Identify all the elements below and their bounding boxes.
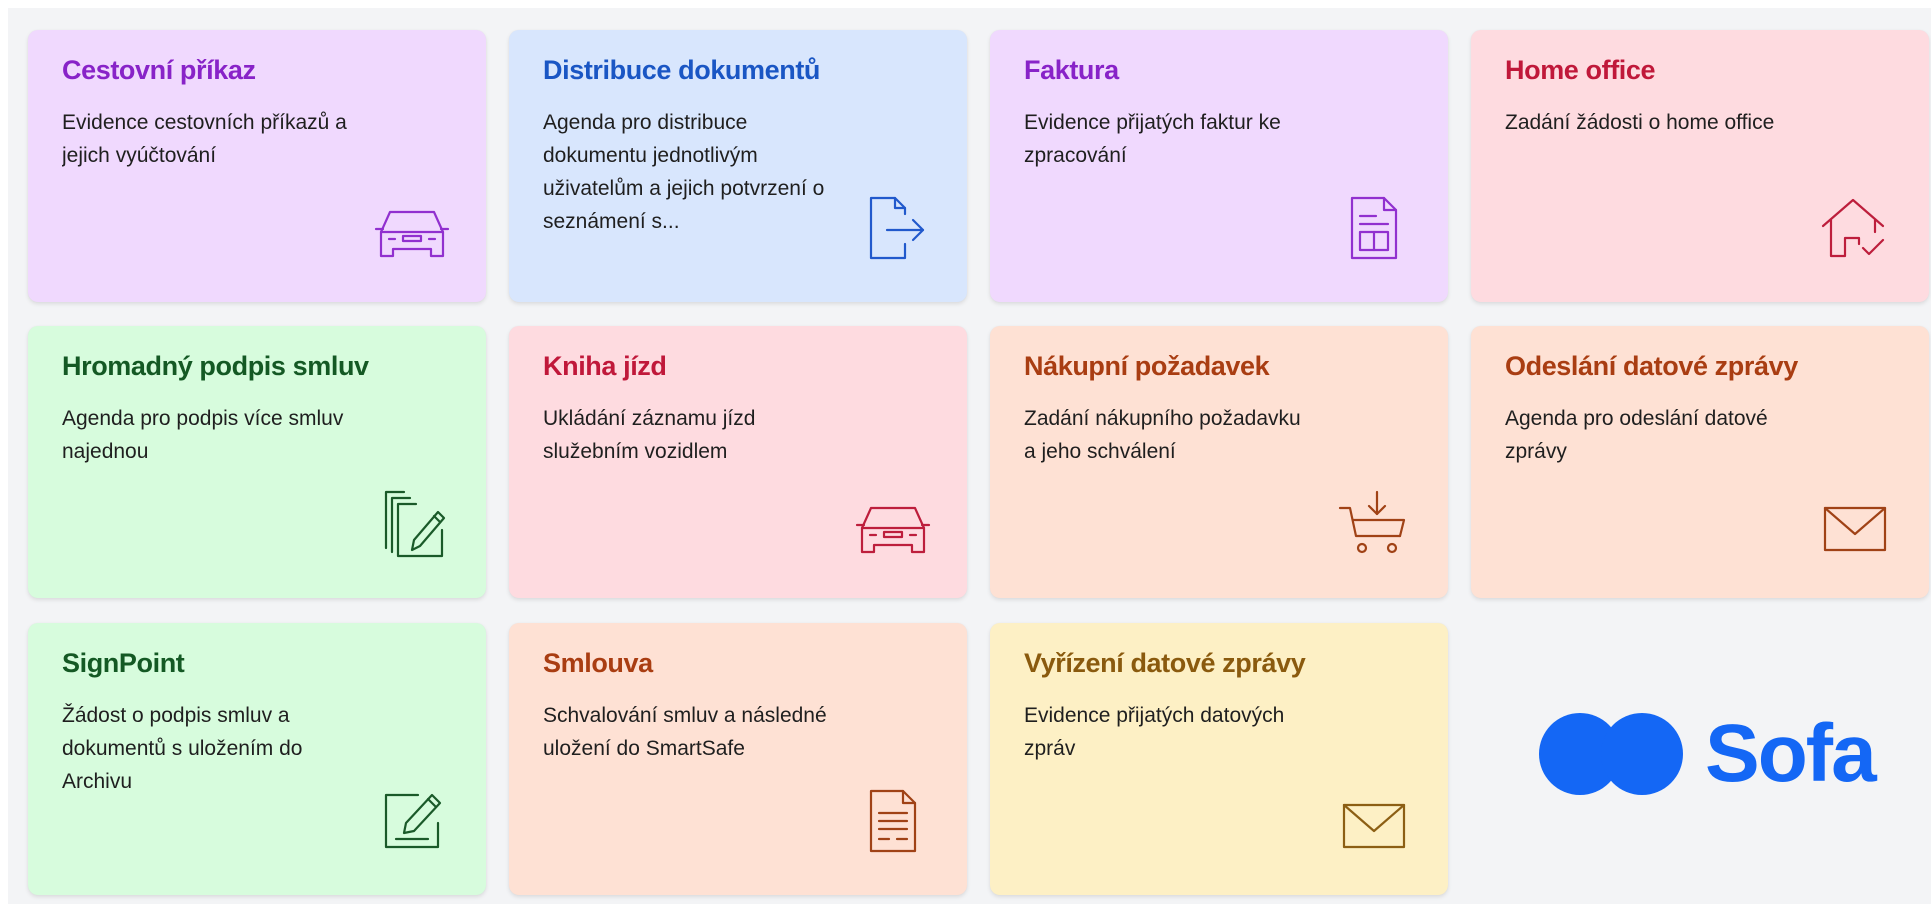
card-title: Vyřízení datové zprávy (1024, 648, 1306, 678)
car-icon (374, 194, 450, 262)
card-vyrizeni-datove-zpravy[interactable]: Vyřízení datové zprávy Evidence přijatýc… (990, 623, 1448, 895)
card-faktura[interactable]: Faktura Evidence přijatých faktur ke zpr… (990, 30, 1448, 302)
envelope-icon (1336, 787, 1412, 855)
card-home-office[interactable]: Home office Zadání žádosti o home office (1471, 30, 1929, 302)
agenda-board: Cestovní příkaz Evidence cestovních přík… (8, 8, 1931, 904)
card-title: Home office (1505, 55, 1656, 85)
card-cestovni-prikaz[interactable]: Cestovní příkaz Evidence cestovních přík… (28, 30, 486, 302)
card-hromadny-podpis-smluv[interactable]: Hromadný podpis smluv Agenda pro podpis … (28, 326, 486, 598)
card-description: Agenda pro distribuce dokumentu jednotli… (543, 111, 825, 234)
card-description: Evidence přijatých faktur ke zpracování (1024, 111, 1281, 168)
card-description: Evidence přijatých datových zpráv (1024, 704, 1285, 761)
card-title: Faktura (1024, 55, 1119, 85)
card-title: Kniha jízd (543, 351, 667, 381)
card-description: Ukládání záznamu jízd služebním vozidlem (543, 407, 756, 464)
card-title: Cestovní příkaz (62, 55, 256, 85)
card-title: Hromadný podpis smluv (62, 351, 369, 381)
home-check-icon (1817, 194, 1893, 262)
contract-document-icon (855, 787, 931, 855)
card-signpoint[interactable]: SignPoint Žádost o podpis smluv a dokume… (28, 623, 486, 895)
card-title: SignPoint (62, 648, 185, 678)
invoice-icon (1336, 194, 1412, 262)
card-title: Nákupní požadavek (1024, 351, 1270, 381)
card-distribuce-dokumentu[interactable]: Distribuce dokumentů Agenda pro distribu… (509, 30, 967, 302)
card-title: Distribuce dokumentů (543, 55, 821, 85)
card-title: Smlouva (543, 648, 653, 678)
card-odeslani-datove-zpravy[interactable]: Odeslání datové zprávy Agenda pro odeslá… (1471, 326, 1929, 598)
card-description: Evidence cestovních příkazů a jejich vyú… (62, 111, 347, 168)
logo-mark (1539, 713, 1683, 795)
card-title: Odeslání datové zprávy (1505, 351, 1798, 381)
sign-icon (374, 787, 450, 855)
card-smlouva[interactable]: Smlouva Schvalování smluv a následné ulo… (509, 623, 967, 895)
logo-wordmark: Sofa (1705, 708, 1877, 799)
document-send-icon (855, 194, 931, 262)
card-description: Žádost o podpis smluv a dokumentů s ulož… (62, 704, 303, 794)
card-kniha-jizd[interactable]: Kniha jízd Ukládání záznamu jízd služebn… (509, 326, 967, 598)
multi-sign-icon (374, 490, 450, 558)
sofa-logo: Sofa (1539, 712, 1877, 796)
logo-dot (1601, 713, 1683, 795)
cart-icon (1336, 490, 1412, 558)
card-description: Zadání nákupního požadavku a jeho schvál… (1024, 407, 1301, 464)
card-description: Agenda pro podpis více smluv najednou (62, 407, 344, 464)
envelope-icon (1817, 490, 1893, 558)
card-description: Agenda pro odeslání datové zprávy (1505, 407, 1768, 464)
card-description: Zadání žádosti o home office (1505, 111, 1775, 135)
card-nakupni-pozadavek[interactable]: Nákupní požadavek Zadání nákupního požad… (990, 326, 1448, 598)
card-description: Schvalování smluv a následné uložení do … (543, 704, 827, 761)
car-icon (855, 490, 931, 558)
